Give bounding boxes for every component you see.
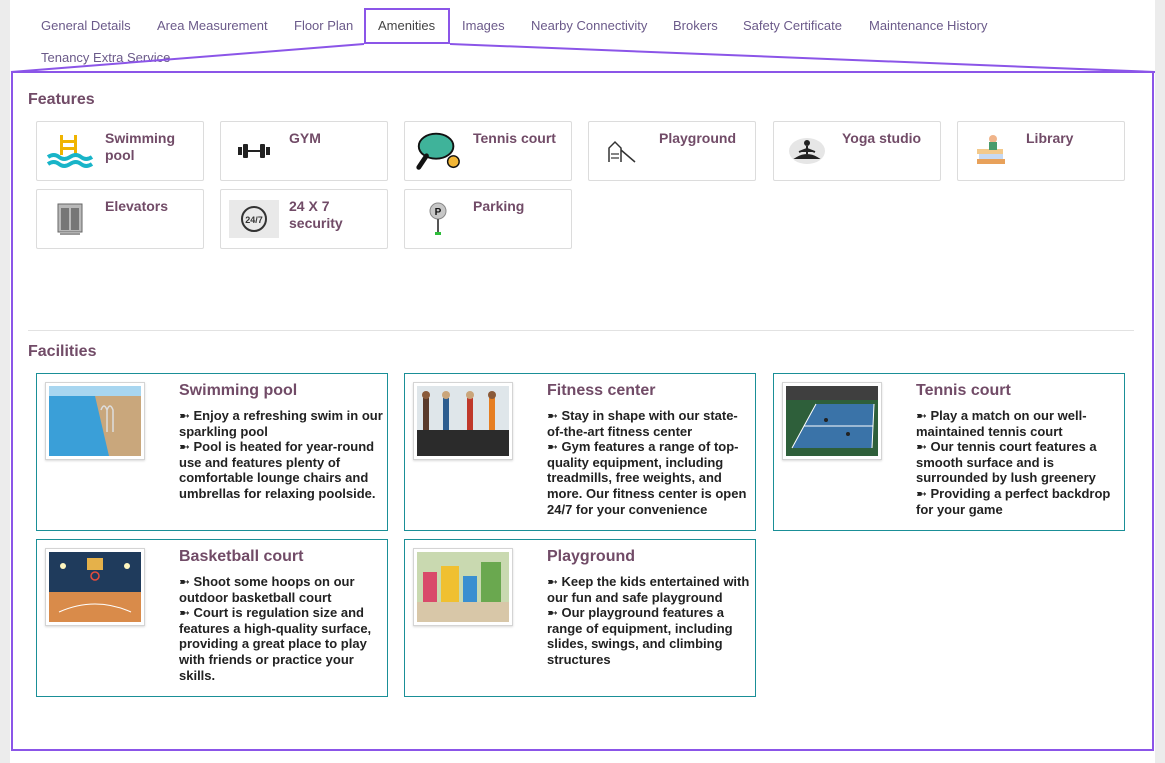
tab-tenancy-extra-service[interactable]: Tenancy Extra Service (27, 40, 184, 75)
facility-description: ➼ Play a match on our well-maintained te… (916, 408, 1120, 517)
facility-title: Swimming pool (179, 382, 298, 399)
facility-line: ➼ Keep the kids entertained with our fun… (547, 574, 750, 605)
section-divider (28, 330, 1134, 331)
tennis-photo (782, 382, 882, 460)
feature-tennis-court[interactable]: Tennis court (404, 121, 572, 181)
facility-card-fitness-center[interactable]: Fitness center ➼ Stay in shape with our … (404, 373, 756, 531)
library-icon (966, 130, 1016, 172)
facility-card-swimming-pool[interactable]: Swimming pool ➼ Enjoy a refreshing swim … (36, 373, 388, 531)
facility-line: ➼ Providing a perfect backdrop for your … (916, 485, 1111, 517)
parking-icon: P (413, 198, 463, 240)
tab-safety-certificate[interactable]: Safety Certificate (729, 8, 856, 43)
playground-photo (413, 548, 513, 626)
basketball-photo (45, 548, 145, 626)
tab-brokers[interactable]: Brokers (659, 8, 732, 43)
feature-yoga-studio[interactable]: Yoga studio (773, 121, 941, 181)
features-title: Features (28, 91, 95, 108)
facility-line: ➼ Enjoy a refreshing swim in our sparkli… (179, 408, 383, 439)
feature-label: GYM (289, 130, 321, 146)
feature-library[interactable]: Library (957, 121, 1125, 181)
tab-amenities[interactable]: Amenities (364, 8, 450, 44)
facility-line: ➼ Gym features a range of top-quality eq… (547, 439, 747, 517)
feature-label: Playground (659, 130, 737, 146)
facility-line: ➼ Pool is heated for year-round use and … (179, 439, 376, 501)
table-tennis-icon (413, 130, 463, 172)
yoga-icon (782, 130, 832, 172)
feature-label: Library (1026, 130, 1074, 146)
tab-maintenance-history[interactable]: Maintenance History (855, 8, 1002, 43)
facility-title: Tennis court (916, 382, 1011, 399)
feature-label: Tennis court (473, 130, 556, 146)
facilities-title: Facilities (28, 343, 97, 360)
feature-swimming-pool[interactable]: Swimming pool (36, 121, 204, 181)
feature-label: Swimming pool (105, 130, 176, 163)
tab-floor-plan[interactable]: Floor Plan (280, 8, 367, 43)
playground-icon (597, 130, 647, 172)
feature-playground[interactable]: Playground (588, 121, 756, 181)
feature-label: Parking (473, 198, 525, 214)
facility-card-basketball-court[interactable]: Basketball court ➼ Shoot some hoops on o… (36, 539, 388, 697)
facility-title: Fitness center (547, 382, 656, 399)
facility-line: ➼ Stay in shape with our state-of-the-ar… (547, 408, 738, 439)
dumbbell-icon (229, 130, 279, 172)
security-24-7-icon: 24/7 (229, 198, 279, 240)
feature-label: Yoga studio (842, 130, 922, 146)
tab-general-details[interactable]: General Details (27, 8, 145, 43)
facility-description: ➼ Enjoy a refreshing swim in our sparkli… (179, 408, 383, 502)
facility-description: ➼ Keep the kids entertained with our fun… (547, 574, 751, 668)
feature-parking[interactable]: P Parking (404, 189, 572, 249)
gym-photo (413, 382, 513, 460)
facility-line: ➼ Play a match on our well-maintained te… (916, 408, 1087, 439)
feature-label: Elevators (105, 198, 169, 214)
property-form: General Details Area Measurement Floor P… (0, 0, 1165, 763)
facility-line: ➼ Shoot some hoops on our outdoor basket… (179, 574, 355, 605)
tab-images[interactable]: Images (448, 8, 519, 43)
svg-text:P: P (435, 207, 442, 218)
facility-line: ➼ Our playground features a range of equ… (547, 605, 733, 667)
swimming-pool-icon (45, 130, 95, 172)
facility-title: Playground (547, 548, 636, 565)
feature-24x7-security[interactable]: 24/7 24 X 7 security (220, 189, 388, 249)
facility-description: ➼ Stay in shape with our state-of-the-ar… (547, 408, 751, 517)
elevator-icon (45, 198, 95, 240)
feature-gym[interactable]: GYM (220, 121, 388, 181)
facility-description: ➼ Shoot some hoops on our outdoor basket… (179, 574, 383, 683)
tab-nearby-connectivity[interactable]: Nearby Connectivity (517, 8, 661, 43)
facility-card-tennis-court[interactable]: Tennis court ➼ Play a match on our well-… (773, 373, 1125, 531)
facility-line: ➼ Court is regulation size and features … (179, 605, 372, 683)
feature-elevators[interactable]: Elevators (36, 189, 204, 249)
facility-line: ➼ Our tennis court features a smooth sur… (916, 439, 1097, 486)
pool-photo (45, 382, 145, 460)
tab-area-measurement[interactable]: Area Measurement (143, 8, 282, 43)
facility-card-playground[interactable]: Playground ➼ Keep the kids entertained w… (404, 539, 756, 697)
facility-title: Basketball court (179, 548, 304, 565)
svg-text:24/7: 24/7 (245, 215, 263, 225)
feature-label: 24 X 7 security (289, 198, 343, 231)
